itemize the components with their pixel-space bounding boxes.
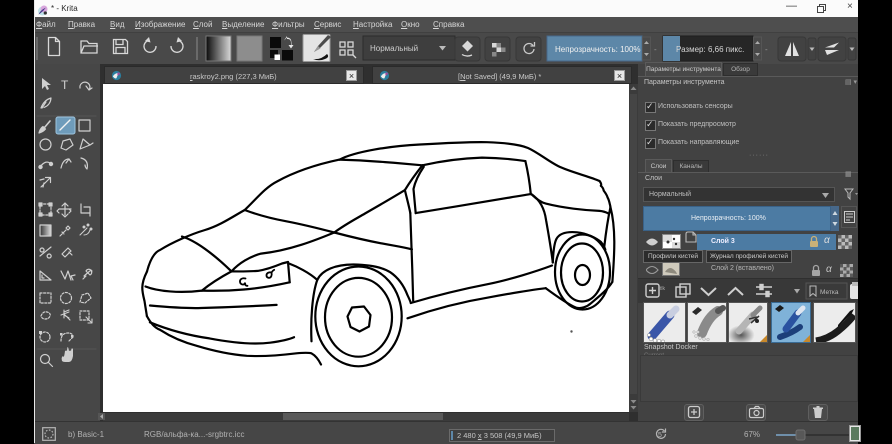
svg-text:5: 5 <box>658 432 662 439</box>
svg-text:-: - <box>654 45 657 54</box>
svg-text:Метка: Метка <box>820 289 839 296</box>
svg-text:Размер: 6,66 пикс.: Размер: 6,66 пикс. <box>676 45 744 54</box>
svg-text:T: T <box>61 78 69 92</box>
svg-text:tlk: tlk <box>660 286 666 292</box>
svg-text:Нормальный: Нормальный <box>370 44 418 53</box>
svg-text:Непрозрачность: 100%: Непрозрачность: 100% <box>555 45 641 54</box>
svg-text:-: - <box>765 45 768 54</box>
